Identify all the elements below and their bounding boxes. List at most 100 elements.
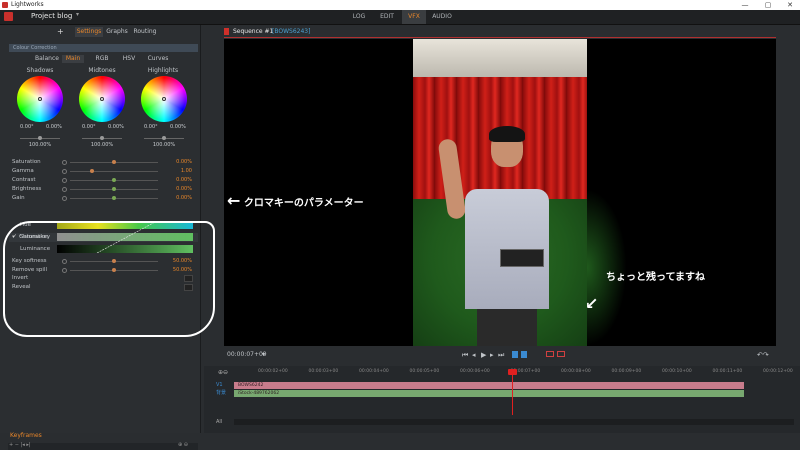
effects-panel: + Settings Graphs Routing Colour Correct…: [0, 25, 215, 450]
overwrite-button[interactable]: [546, 351, 554, 357]
param-value[interactable]: 0.00%: [160, 186, 192, 192]
param-slider-knob[interactable]: [112, 178, 116, 182]
remaining-annotation: ちょっと残ってますね: [606, 272, 705, 283]
all-tracks-label[interactable]: All: [216, 419, 222, 425]
param-label: Contrast: [12, 177, 36, 183]
ruler-tick-label: 00:00:08+00: [561, 369, 591, 374]
project-icon[interactable]: [4, 12, 13, 21]
clip-v1[interactable]: BOWS6242: [234, 382, 744, 389]
viewer-divider: [224, 37, 776, 38]
subtab-balance[interactable]: Balance: [34, 55, 60, 63]
param-value[interactable]: 0.00%: [160, 159, 192, 165]
tab-graphs[interactable]: Graphs: [104, 27, 130, 37]
go-start-button[interactable]: ⏮: [462, 351, 468, 360]
ruler-tick-label: 00:00:10+00: [662, 369, 692, 374]
track-v1-label[interactable]: V1: [216, 382, 223, 388]
param-label: Gamma: [12, 168, 34, 174]
keyframe-toggle-icon[interactable]: [62, 187, 67, 192]
clip-a1[interactable]: iStock-489762062: [234, 390, 744, 397]
phone: [500, 249, 544, 267]
tab-edit[interactable]: EDIT: [376, 10, 398, 24]
keyframe-toggle-icon[interactable]: [62, 178, 67, 183]
shadows-label: Shadows: [26, 67, 54, 74]
highlights-color-wheel[interactable]: [141, 76, 187, 122]
midtones-amount: 0.00%: [108, 124, 124, 130]
param-value[interactable]: 0.00%: [160, 177, 192, 183]
keyframes-bar[interactable]: + − |◂ ▸| ⊕ ⊖: [8, 442, 198, 450]
param-slider-knob[interactable]: [112, 187, 116, 191]
subtab-curves[interactable]: Curves: [145, 55, 171, 63]
midtones-level-knob[interactable]: [100, 136, 104, 140]
subtab-main[interactable]: Main: [62, 55, 84, 63]
ruler-tick-label: 00:00:06+00: [460, 369, 490, 374]
go-end-button[interactable]: ⏭: [498, 351, 504, 360]
timeline-zoom-icon[interactable]: ⊕⊖: [218, 369, 228, 376]
down-left-arrow-icon: ↙: [585, 294, 599, 313]
highlights-label: Highlights: [147, 67, 179, 74]
ruler-tick-label: 00:00:03+00: [308, 369, 339, 374]
person-pants: [477, 309, 537, 346]
keyframe-toggle-icon[interactable]: [62, 160, 67, 165]
ceiling: [413, 39, 587, 77]
keyframe-toggle-icon[interactable]: [62, 169, 67, 174]
midtones-level-value: 100.00%: [90, 142, 114, 148]
highlights-amount: 0.00%: [170, 124, 186, 130]
ruler-tick-label: 00:00:05+00: [409, 369, 440, 374]
maximize-button[interactable]: ▢: [757, 0, 779, 10]
shadows-level-knob[interactable]: [38, 136, 42, 140]
add-effect-button[interactable]: +: [57, 27, 64, 36]
mark-in-button[interactable]: [512, 351, 518, 358]
window-title: Lightworks: [11, 1, 44, 8]
chevron-down-icon[interactable]: ▾: [262, 351, 265, 358]
sequence-title: Sequence #1: [233, 28, 274, 35]
subtab-hsv[interactable]: HSV: [119, 55, 139, 63]
sequence-color-mark: [224, 28, 229, 35]
video-frame: [413, 39, 587, 346]
tab-audio[interactable]: AUDIO: [429, 10, 455, 24]
midtones-color-wheel[interactable]: [79, 76, 125, 122]
sequence-source: [BOWS6243]: [272, 28, 311, 35]
tab-routing[interactable]: Routing: [131, 27, 159, 37]
mark-out-button[interactable]: [521, 351, 527, 358]
timecode[interactable]: 00:00:07+09: [227, 351, 267, 358]
minimize-button[interactable]: —: [734, 0, 756, 10]
keyframes-label: Keyframes: [10, 432, 42, 439]
subtab-rgb[interactable]: RGB: [92, 55, 112, 63]
keyframe-controls[interactable]: + − |◂ ▸|: [9, 442, 31, 448]
tab-vfx[interactable]: VFX: [402, 10, 426, 24]
step-forward-button[interactable]: ▸: [490, 351, 494, 359]
param-slider[interactable]: [70, 171, 158, 172]
track-bg-label[interactable]: 背景: [216, 389, 226, 396]
ruler-tick-label: 00:00:02+00: [258, 369, 288, 374]
play-button[interactable]: ▶: [481, 351, 486, 359]
person-hair: [489, 126, 525, 142]
param-slider-knob[interactable]: [112, 196, 116, 200]
tab-settings[interactable]: Settings: [75, 27, 103, 37]
shadows-amount: 0.00%: [46, 124, 62, 130]
timeline-scrollbar[interactable]: [234, 419, 794, 425]
highlights-level-knob[interactable]: [162, 136, 166, 140]
ruler-tick-label: 00:00:09+00: [611, 369, 642, 374]
midtones-angle: 0.00°: [82, 124, 96, 130]
project-title[interactable]: Project blog: [31, 12, 72, 20]
param-slider-knob[interactable]: [112, 160, 116, 164]
playhead[interactable]: [512, 370, 513, 415]
insert-button[interactable]: [557, 351, 565, 357]
shadows-color-wheel[interactable]: [17, 76, 63, 122]
highlights-angle: 0.00°: [144, 124, 158, 130]
ruler-tick-label: 00:00:04+00: [359, 369, 389, 374]
zoom-icon[interactable]: ⊕ ⊖: [178, 442, 188, 448]
close-button[interactable]: ✕: [779, 0, 800, 10]
chevron-down-icon[interactable]: ▾: [76, 11, 79, 18]
step-back-button[interactable]: ◂: [472, 351, 476, 359]
keyframe-toggle-icon[interactable]: [62, 196, 67, 201]
top-menubar: Project blog ▾ LOG EDIT VFX AUDIO: [0, 10, 800, 25]
ruler-tick-label: 00:00:12+00: [763, 369, 793, 374]
clip-a1-name: iStock-489762062: [238, 391, 280, 396]
tab-log[interactable]: LOG: [347, 10, 371, 24]
param-value[interactable]: 1.00: [160, 168, 192, 174]
param-value[interactable]: 0.00%: [160, 195, 192, 201]
param-slider-knob[interactable]: [90, 169, 94, 173]
undo-icon[interactable]: ↶↷: [757, 351, 769, 359]
colour-correction-header[interactable]: Colour Correction: [9, 44, 198, 52]
